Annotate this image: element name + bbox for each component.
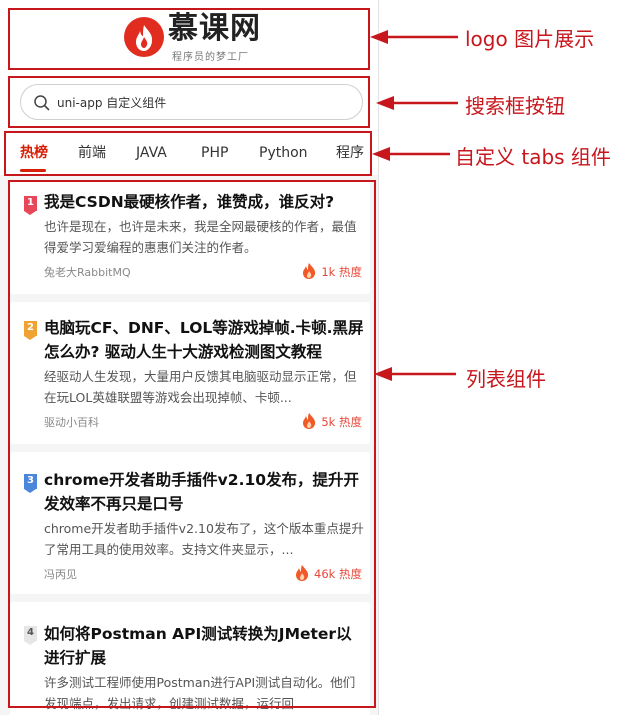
list-annotation-label: 列表组件 — [466, 367, 546, 391]
search-annotation-box — [8, 76, 370, 128]
search-arrow — [376, 96, 458, 110]
logo-annotation-label: logo 图片展示 — [465, 27, 595, 51]
tabs-annotation-box — [4, 131, 372, 176]
tabs-arrow — [372, 147, 450, 161]
tabs-annotation-label: 自定义 tabs 组件 — [455, 145, 611, 169]
logo-annotation-box — [8, 8, 370, 70]
list-annotation-box — [8, 180, 376, 708]
list-arrow — [374, 367, 456, 381]
logo-arrow — [370, 30, 458, 44]
search-annotation-label: 搜索框按钮 — [465, 94, 565, 118]
